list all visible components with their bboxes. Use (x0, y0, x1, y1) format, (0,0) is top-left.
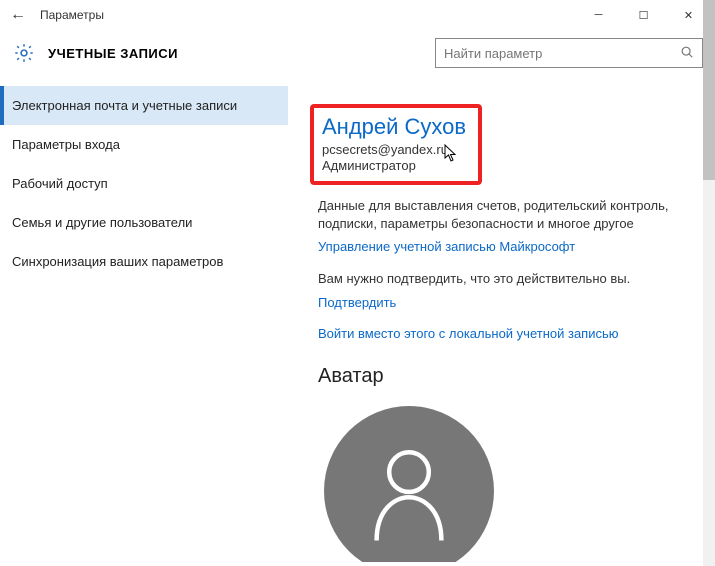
user-info-highlight: Андрей Сухов pcsecrets@yandex.ru Админис… (310, 104, 482, 185)
avatar (324, 406, 494, 562)
sidebar-item-sync-settings[interactable]: Синхронизация ваших параметров (0, 242, 288, 281)
search-input[interactable] (444, 46, 680, 61)
user-name: Андрей Сухов (322, 114, 466, 140)
sidebar: Электронная почта и учетные записи Парам… (0, 86, 288, 562)
verify-link[interactable]: Подтвердить (318, 295, 693, 310)
sidebar-item-label: Параметры входа (12, 137, 120, 152)
sidebar-item-label: Синхронизация ваших параметров (12, 254, 223, 269)
back-button[interactable]: ← (4, 6, 32, 24)
scrollbar-vertical[interactable] (703, 0, 715, 566)
person-icon (364, 441, 454, 541)
page-title: УЧЕТНЫЕ ЗАПИСИ (48, 46, 178, 61)
sidebar-item-label: Рабочий доступ (12, 176, 108, 191)
avatar-heading: Аватар (318, 365, 693, 388)
search-icon[interactable] (680, 45, 694, 62)
sidebar-item-family-users[interactable]: Семья и другие пользователи (0, 203, 288, 242)
sidebar-item-label: Семья и другие пользователи (12, 215, 192, 230)
billing-text: Данные для выставления счетов, родительс… (318, 197, 678, 233)
sidebar-item-work-access[interactable]: Рабочий доступ (0, 164, 288, 203)
titlebar: ← Параметры ─ ☐ ✕ (0, 0, 715, 30)
main-panel: Андрей Сухов pcsecrets@yandex.ru Админис… (288, 86, 715, 562)
minimize-button[interactable]: ─ (576, 1, 621, 29)
cursor-icon (444, 144, 458, 165)
verify-text: Вам нужно подтвердить, что это действите… (318, 270, 678, 288)
sidebar-item-email-accounts[interactable]: Электронная почта и учетные записи (0, 86, 288, 125)
search-box[interactable] (435, 38, 703, 68)
maximize-button[interactable]: ☐ (621, 1, 666, 29)
sidebar-item-signin-options[interactable]: Параметры входа (0, 125, 288, 164)
gear-icon (12, 41, 36, 65)
window-title: Параметры (40, 8, 104, 22)
header: УЧЕТНЫЕ ЗАПИСИ (0, 30, 715, 86)
manage-account-link[interactable]: Управление учетной записью Майкрософт (318, 239, 693, 254)
sidebar-item-label: Электронная почта и учетные записи (12, 98, 237, 113)
scrollbar-thumb[interactable] (703, 0, 715, 180)
local-account-link[interactable]: Войти вместо этого с локальной учетной з… (318, 326, 693, 341)
